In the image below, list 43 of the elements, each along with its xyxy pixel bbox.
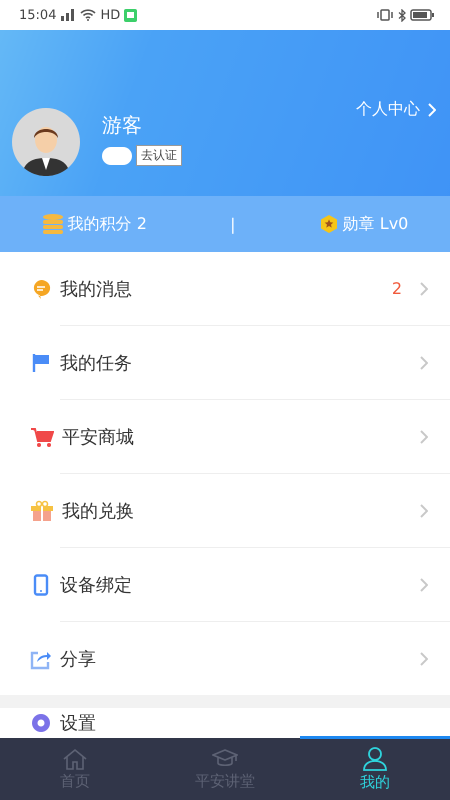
flag-icon <box>30 352 52 374</box>
level-pill <box>102 146 132 164</box>
tab[interactable]: 我的 <box>300 738 450 800</box>
menu-item[interactable]: 我的任务 <box>0 326 450 399</box>
cart-icon <box>30 426 54 448</box>
network-type: HD <box>100 8 120 22</box>
chevron-icon <box>420 356 428 370</box>
user-name: 游客 <box>102 112 143 139</box>
message-app-icon <box>124 8 138 22</box>
home-icon <box>62 748 88 770</box>
status-time: 15:04 <box>19 8 56 22</box>
menu-item[interactable]: 我的消息 2 <box>0 252 450 325</box>
chevron-icon <box>428 102 436 116</box>
chevron-icon <box>420 652 428 666</box>
menu-label: 设备绑定 <box>60 574 133 596</box>
person-icon <box>362 746 388 770</box>
menu-label: 设置 <box>60 712 97 735</box>
gift-icon <box>30 500 54 522</box>
avatar-icon <box>12 108 80 176</box>
chevron-icon <box>420 430 428 444</box>
menu-label: 我的消息 <box>60 278 133 300</box>
bluetooth-icon <box>398 8 406 22</box>
menu-item[interactable]: 我的兑换 <box>0 474 450 547</box>
coins-icon <box>42 213 64 235</box>
menu-label: 我的任务 <box>60 352 133 374</box>
menu-item[interactable]: 平安商城 <box>0 400 450 473</box>
signal-icon <box>60 9 76 21</box>
menu-item[interactable]: 分享 <box>0 622 450 695</box>
menu-item[interactable]: 设备绑定 <box>0 548 450 621</box>
stats-separator: | <box>230 214 236 234</box>
menu-item[interactable]: 设置 <box>0 708 450 738</box>
wifi-icon <box>80 9 96 21</box>
vibrate-icon <box>376 9 394 21</box>
menu-label: 我的兑换 <box>62 500 135 522</box>
menu-label: 分享 <box>60 648 97 670</box>
battery-icon <box>410 9 434 21</box>
unread-count: 2 <box>392 279 402 298</box>
verify-button[interactable]: 去认证 <box>136 145 182 166</box>
menu-label: 平安商城 <box>62 426 135 448</box>
chevron-icon <box>420 504 428 518</box>
chevron-icon <box>420 578 428 592</box>
chevron-icon <box>420 282 428 296</box>
star-medal-icon <box>318 214 339 234</box>
